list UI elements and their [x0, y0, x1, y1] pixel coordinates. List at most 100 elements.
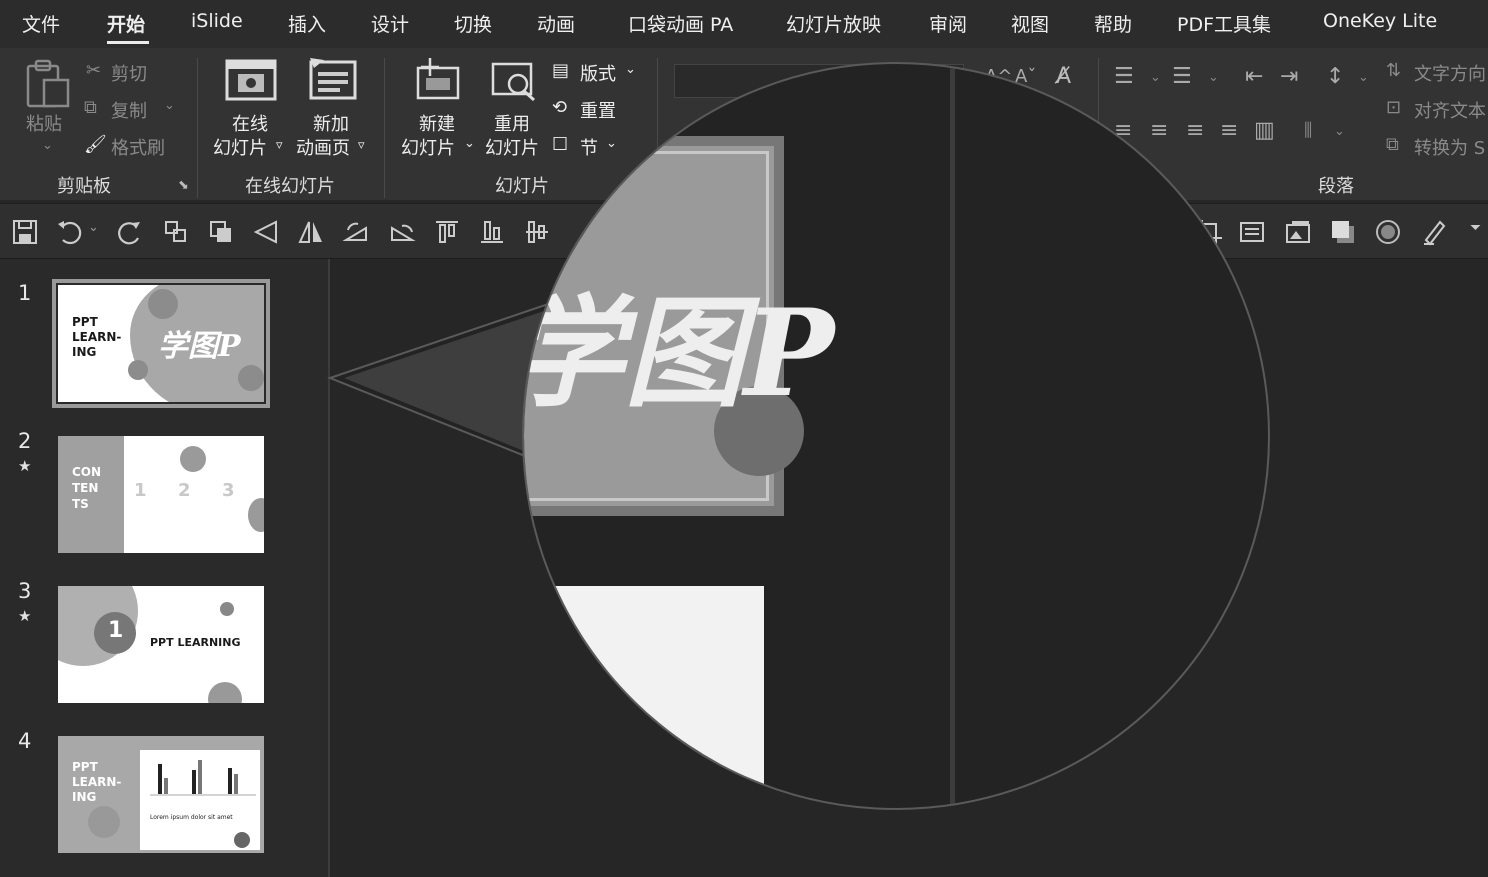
- decrease-indent-icon[interactable]: ⇤: [1245, 64, 1263, 89]
- online-slide-label-1[interactable]: 在线: [232, 110, 268, 136]
- tab-review[interactable]: 审阅: [929, 10, 967, 37]
- tab-slideshow[interactable]: 幻灯片放映: [786, 10, 881, 37]
- slide-thumbnail-1[interactable]: PPT LEARN- ING 学图P: [52, 279, 270, 408]
- picture-icon[interactable]: [1284, 218, 1312, 246]
- tab-file[interactable]: 文件: [22, 10, 60, 37]
- shape-fill-icon[interactable]: [1329, 218, 1357, 246]
- align-top-icon[interactable]: [433, 218, 461, 246]
- format-painter-icon[interactable]: 🖌: [84, 134, 107, 155]
- circle-shape-icon[interactable]: [1374, 218, 1402, 246]
- convert-smartart-button[interactable]: 转换为 S: [1414, 134, 1485, 160]
- tab-animations[interactable]: 动画: [537, 10, 575, 37]
- new-slide-label-2[interactable]: 幻灯片: [401, 134, 455, 160]
- slide-number: 2: [18, 429, 32, 453]
- line-spacing-icon[interactable]: ↕: [1326, 64, 1344, 89]
- active-tab-indicator: [107, 41, 149, 44]
- new-animation-label-2[interactable]: 动画页: [296, 134, 350, 160]
- text-direction-icon[interactable]: ⇅: [1386, 60, 1401, 81]
- zoomed-logo: 学图P: [522, 283, 835, 424]
- copy-button[interactable]: 复制: [111, 97, 147, 123]
- tab-transitions[interactable]: 切换: [454, 10, 492, 37]
- rotate-left-icon[interactable]: [388, 218, 416, 246]
- animation-star-icon: ★: [18, 607, 32, 625]
- undo-dropdown-icon[interactable]: ⌄: [88, 220, 99, 235]
- columns-icon[interactable]: ⫼: [1304, 120, 1312, 141]
- tab-home[interactable]: 开始: [107, 10, 145, 37]
- redo-icon[interactable]: [116, 218, 144, 246]
- tab-insert[interactable]: 插入: [288, 10, 326, 37]
- new-slide-label-1[interactable]: 新建: [419, 110, 455, 136]
- align-left-objects-icon[interactable]: [252, 218, 280, 246]
- columns-dropdown-icon[interactable]: ⌄: [1334, 124, 1345, 139]
- decor-circle: [148, 289, 178, 319]
- customize-toolbar-icon[interactable]: ⏷: [1470, 220, 1481, 236]
- dialog-launcher-icon[interactable]: ⬊: [178, 178, 189, 193]
- slide-thumbnail-3[interactable]: 1 PPT LEARNING: [58, 586, 264, 703]
- paste-label[interactable]: 粘贴: [26, 110, 62, 136]
- slide-thumbnail-panel[interactable]: 1 PPT LEARN- ING 学图P 2 ★ CON TEN TS 1 2 …: [0, 259, 330, 877]
- smartart-icon[interactable]: ⧉: [1386, 134, 1399, 155]
- mini-bar-chart: [150, 760, 256, 796]
- layout-button[interactable]: 版式: [580, 60, 616, 86]
- reset-icon[interactable]: ⟲: [552, 97, 567, 118]
- align-text-icon[interactable]: ⊡: [1386, 97, 1401, 118]
- bullets-icon[interactable]: ☰: [1114, 64, 1134, 89]
- tab-design[interactable]: 设计: [371, 10, 409, 37]
- reuse-slide-label-1[interactable]: 重用: [494, 110, 530, 136]
- tab-islide[interactable]: iSlide: [191, 10, 243, 32]
- slide-thumbnail-2[interactable]: CON TEN TS 1 2 3: [58, 436, 264, 553]
- ribbon-divider: [384, 58, 385, 198]
- rotate-icon[interactable]: [342, 218, 370, 246]
- numbering-dropdown-icon[interactable]: ⌄: [1208, 70, 1219, 85]
- slide-thumbnail-4[interactable]: PPT LEARN- ING Lorem ipsum dolor sit ame…: [58, 736, 264, 853]
- align-bottom-icon[interactable]: [478, 218, 506, 246]
- new-animation-dropdown-icon[interactable]: ▿: [358, 138, 365, 153]
- line-spacing-dropdown-icon[interactable]: ⌄: [1358, 70, 1369, 85]
- format-painter-button[interactable]: 格式刷: [111, 134, 165, 160]
- paste-dropdown-icon[interactable]: ⌄: [42, 138, 53, 153]
- tab-view[interactable]: 视图: [1011, 10, 1049, 37]
- decor-circle: [248, 498, 264, 532]
- new-slide-icon[interactable]: [414, 56, 462, 102]
- undo-icon[interactable]: [55, 218, 83, 246]
- new-slide-dropdown-icon[interactable]: ⌄: [464, 136, 475, 151]
- clear-format-icon[interactable]: A̸: [1056, 64, 1071, 89]
- justify-icon[interactable]: ≡: [1220, 118, 1238, 143]
- online-slide-icon[interactable]: [224, 58, 278, 104]
- reuse-slide-icon[interactable]: [490, 58, 540, 104]
- slide-title: CON TEN TS: [72, 465, 102, 511]
- decor-circle: [220, 602, 234, 616]
- layout-icon[interactable]: ▤: [552, 60, 569, 81]
- online-slide-label-2[interactable]: 幻灯片: [213, 134, 267, 160]
- layout-dropdown-icon[interactable]: ⌄: [625, 62, 636, 77]
- group-objects-icon[interactable]: [162, 218, 190, 246]
- align-right-icon[interactable]: ≡: [1186, 118, 1204, 143]
- new-animation-page-icon[interactable]: [308, 56, 358, 102]
- numbering-icon[interactable]: ☰: [1172, 64, 1192, 89]
- copy-icon[interactable]: ⧉: [84, 97, 97, 118]
- distributed-icon[interactable]: ▥: [1254, 118, 1275, 143]
- textbox-icon[interactable]: [1238, 218, 1266, 246]
- tab-pocket-animation[interactable]: 口袋动画 PA: [628, 10, 733, 37]
- tab-onekey-lite[interactable]: OneKey Lite: [1323, 10, 1437, 32]
- tab-help[interactable]: 帮助: [1094, 10, 1132, 37]
- save-icon[interactable]: [11, 218, 39, 246]
- number-3-mark: 3: [222, 480, 235, 501]
- bring-forward-icon[interactable]: [207, 218, 235, 246]
- new-animation-label-1[interactable]: 新加: [313, 110, 349, 136]
- cut-icon[interactable]: ✂: [86, 60, 101, 81]
- decor-circle: [88, 806, 120, 838]
- flip-horizontal-icon[interactable]: [297, 218, 325, 246]
- align-center-icon[interactable]: ≡: [1150, 118, 1168, 143]
- increase-indent-icon[interactable]: ⇥: [1280, 64, 1298, 89]
- tab-pdf-tools[interactable]: PDF工具集: [1177, 10, 1271, 37]
- copy-dropdown-icon[interactable]: ⌄: [164, 98, 175, 113]
- bullets-dropdown-icon[interactable]: ⌄: [1150, 70, 1161, 85]
- cut-button[interactable]: 剪切: [111, 60, 147, 86]
- online-slide-dropdown-icon[interactable]: ▿: [276, 138, 283, 153]
- align-text-button[interactable]: 对齐文本: [1414, 97, 1486, 123]
- pen-icon[interactable]: [1420, 218, 1448, 246]
- reset-button[interactable]: 重置: [580, 97, 616, 123]
- text-direction-button[interactable]: 文字方向: [1414, 60, 1486, 86]
- paste-icon[interactable]: [24, 58, 72, 110]
